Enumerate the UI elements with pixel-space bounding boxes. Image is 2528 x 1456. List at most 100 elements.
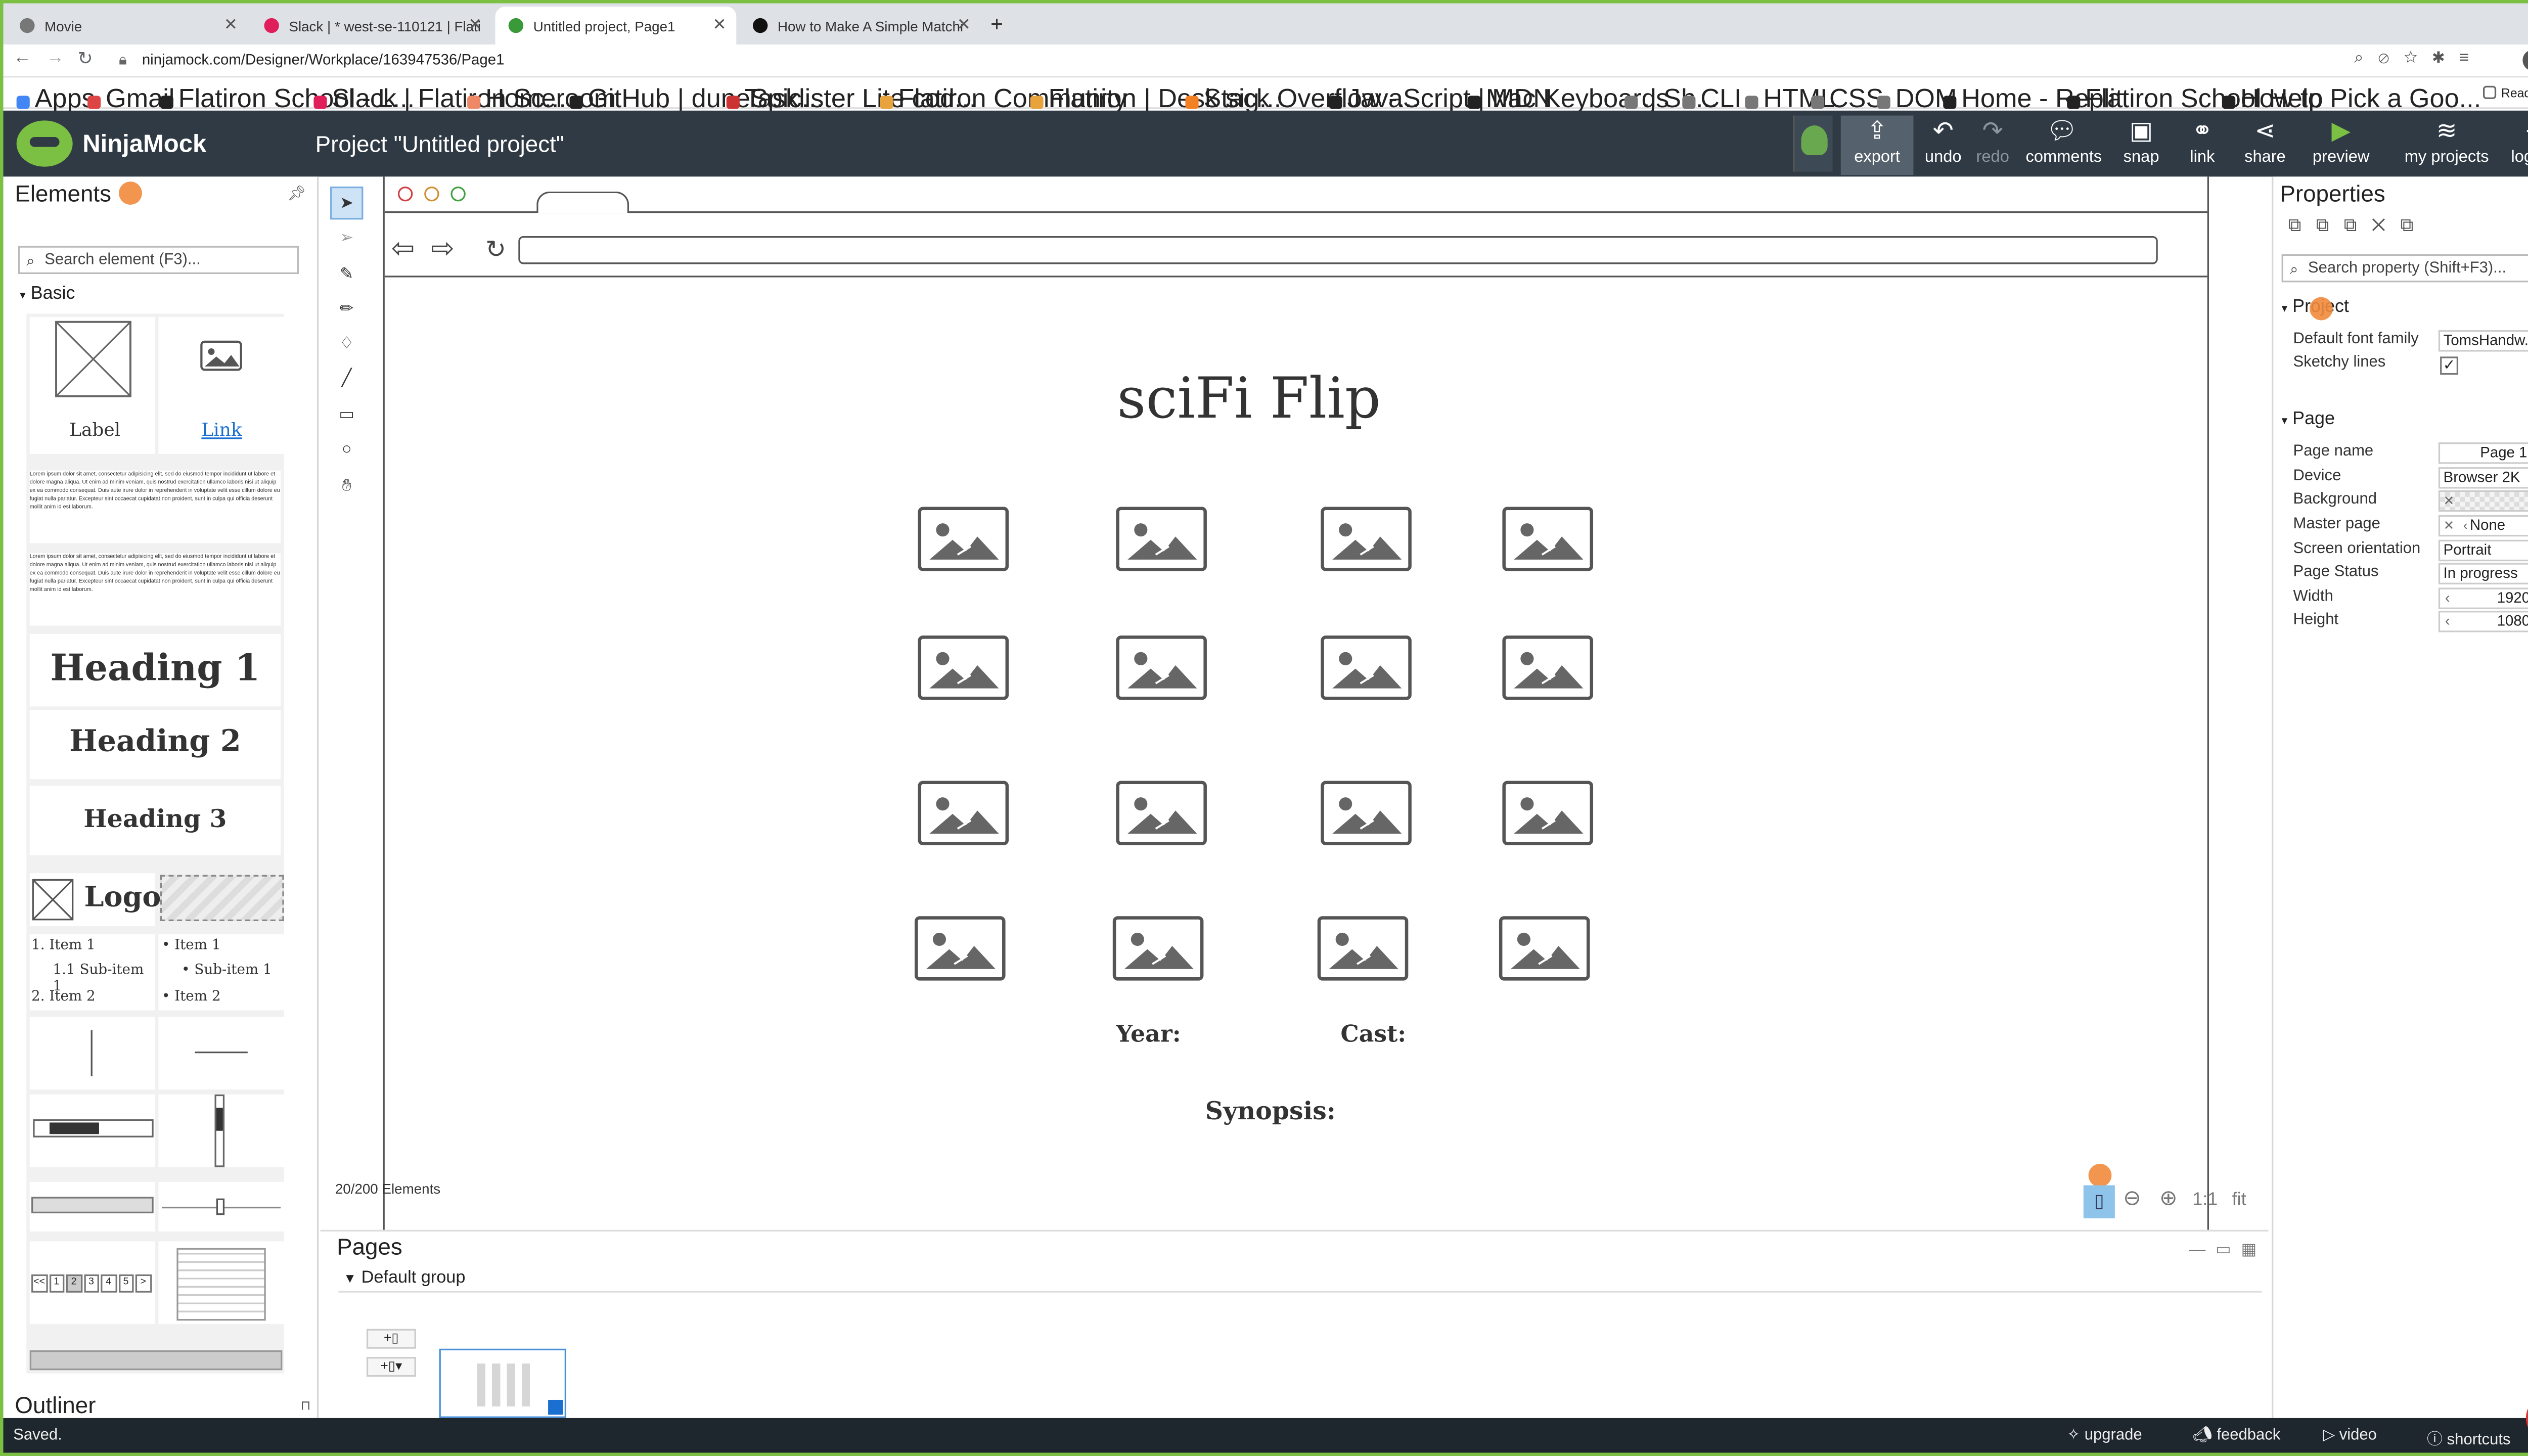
add-page-icon[interactable]: +▯ xyxy=(366,1329,416,1349)
year-label[interactable]: Year: xyxy=(1116,1022,1181,1048)
property-value-field[interactable]: 1080‹› xyxy=(2438,611,2528,632)
back-icon[interactable]: ← xyxy=(13,48,31,68)
new-tab-button[interactable]: + xyxy=(990,12,1003,36)
palette-vertical-line-item[interactable] xyxy=(29,1017,155,1090)
palette-calendar-item[interactable] xyxy=(158,1241,284,1324)
basic-section-header[interactable]: ▾ Basic xyxy=(20,284,75,304)
browser-tab[interactable]: How to Make A Simple Matchi ✕ xyxy=(740,7,981,44)
property-search-input[interactable]: ⌕ Search property (Shift+F3)... xyxy=(2281,254,2528,283)
line-tool-icon[interactable]: ╱ xyxy=(330,363,363,396)
upgrade-button[interactable]: ✧ upgrade xyxy=(2067,1426,2142,1444)
outliner-title[interactable]: Outliner xyxy=(15,1392,96,1418)
hint-dot[interactable] xyxy=(2088,1164,2112,1187)
decrement-icon[interactable]: ‹ xyxy=(2445,589,2450,608)
zoom-out-icon[interactable]: ⊖ xyxy=(2123,1185,2141,1218)
palette-slider-item[interactable] xyxy=(158,1181,284,1232)
close-icon[interactable]: ✕ xyxy=(224,17,238,35)
image-placeholder[interactable] xyxy=(1502,635,1594,700)
image-placeholder[interactable] xyxy=(1112,916,1204,981)
image-placeholder[interactable] xyxy=(918,781,1009,845)
toolbar-link-button[interactable]: ⚭ link xyxy=(2166,116,2239,175)
mobile-view-icon[interactable]: ▯ xyxy=(2083,1185,2115,1218)
toolbar-redo-button[interactable]: ↷ redo xyxy=(1956,116,2029,175)
image-placeholder[interactable] xyxy=(1317,916,1409,981)
palette-heading2-item[interactable]: Heading 2 xyxy=(29,710,281,780)
palette-paragraph-item[interactable]: Lorem ipsum dolor sit amet, consectetur … xyxy=(29,553,281,626)
add-page-menu-icon[interactable]: +▯▾ xyxy=(366,1357,416,1377)
default-group-header[interactable]: ▼ Default group xyxy=(343,1268,465,1288)
palette-paragraph-item[interactable]: Lorem ipsum dolor sit amet, consectetur … xyxy=(29,470,281,543)
palette-heading1-item[interactable]: Heading 1 xyxy=(29,633,281,707)
close-icon[interactable]: ✕ xyxy=(468,17,482,35)
sketchy-lines-checkbox[interactable]: ✓ xyxy=(2440,356,2459,375)
palette-placeholder-item[interactable] xyxy=(160,875,284,922)
rectangle-tool-icon[interactable]: ▭ xyxy=(330,399,363,432)
hint-dot[interactable] xyxy=(119,181,142,205)
palette-hscrollbar-item[interactable] xyxy=(29,1094,155,1167)
palette-bullet-list-item[interactable]: • Item 1 • Sub-item 1 • Item 2 xyxy=(158,934,284,1011)
url-field[interactable]: ninjamock.com/Designer/Workplace/1639475… xyxy=(142,51,505,68)
browser-tab[interactable]: Slack | * west-se-110121 | Flati ✕ xyxy=(251,7,492,44)
select-tool-icon[interactable]: ➤ xyxy=(330,186,364,220)
browser-tab-active[interactable]: Untitled project, Page1 ✕ xyxy=(495,7,737,45)
palette-image-item[interactable]: Link xyxy=(158,316,284,454)
pin-icon[interactable]: 📌︎ xyxy=(287,185,306,203)
property-value-field[interactable]: Portrait⌄ xyxy=(2438,539,2528,562)
direct-select-tool-icon[interactable]: ➢ xyxy=(330,223,363,256)
image-placeholder[interactable] xyxy=(1499,916,1590,981)
clear-icon[interactable]: ✕ xyxy=(2444,492,2455,510)
browser-action-icons[interactable]: ⌕⊘☆✱≡ xyxy=(2354,50,2484,68)
palette-logo-item[interactable]: Logo xyxy=(29,873,161,926)
palette-pager-item[interactable]: << 1 2 3 4 5 > xyxy=(29,1241,155,1324)
pen-tool-icon[interactable]: ✎ xyxy=(330,259,363,292)
forward-icon[interactable]: → xyxy=(46,48,64,68)
palette-horizontal-line-item[interactable] xyxy=(158,1017,284,1090)
toolbar-preview-button[interactable]: ▶ preview xyxy=(2301,116,2381,175)
cast-label[interactable]: Cast: xyxy=(1340,1022,1406,1048)
reading-list[interactable]: Reading List xyxy=(2483,85,2528,101)
zoom-fit-button[interactable]: fit xyxy=(2232,1190,2246,1223)
image-placeholder[interactable] xyxy=(1321,507,1412,571)
image-placeholder[interactable] xyxy=(1321,635,1412,700)
image-placeholder[interactable] xyxy=(1116,507,1207,571)
property-value-field[interactable]: ✕ xyxy=(2438,490,2528,512)
page-section-header[interactable]: ▾ Page xyxy=(2282,410,2335,429)
palette-heading3-item[interactable]: Heading 3 xyxy=(29,786,281,855)
property-action-icons[interactable]: ⧉⧉⧉✕⧉ xyxy=(2288,216,2428,238)
close-icon[interactable]: ✕ xyxy=(957,17,971,35)
shortcuts-button[interactable]: ⓘ shortcuts xyxy=(2427,1426,2511,1449)
property-value-field[interactable]: Browser 2K⌄ xyxy=(2438,467,2528,489)
ninja-avatar-icon[interactable] xyxy=(1793,115,1833,172)
clear-icon[interactable]: ✕ xyxy=(2444,517,2455,535)
hint-dot[interactable] xyxy=(2310,297,2333,321)
zoom-in-icon[interactable]: ⊕ xyxy=(2159,1185,2178,1218)
property-value-field[interactable]: None ✕ ‹ xyxy=(2438,515,2528,537)
pencil-tool-icon[interactable]: ✏ xyxy=(330,294,363,327)
palette-ordered-list-item[interactable]: 1. Item 1 1.1 Sub-item 1 2. Item 2 xyxy=(29,934,155,1011)
synopsis-label[interactable]: Synopsis: xyxy=(1205,1096,1336,1126)
image-placeholder[interactable] xyxy=(1116,635,1207,700)
project-title[interactable]: Project "Untitled project" xyxy=(315,130,564,157)
toolbar-comments-button[interactable]: 💬︎ comments xyxy=(2026,116,2102,175)
property-value-field[interactable]: Page 1 xyxy=(2438,442,2528,464)
property-value-field[interactable]: In progress⌄ xyxy=(2438,563,2528,584)
palette-box-item[interactable]: Label xyxy=(29,316,155,454)
toolbar-my-projects-button[interactable]: ≋ my projects xyxy=(2397,116,2496,175)
default-font-family-select[interactable]: TomsHandw...⌄ xyxy=(2438,330,2528,352)
design-canvas[interactable] xyxy=(383,176,2209,1230)
toolbar-share-button[interactable]: ⋖ share xyxy=(2229,116,2301,175)
zoom-reset-button[interactable]: 1:1 xyxy=(2192,1190,2218,1223)
image-placeholder[interactable] xyxy=(918,635,1009,700)
toolbar-export-button[interactable]: ⇪ export xyxy=(1840,115,1914,175)
image-placeholder[interactable] xyxy=(1502,781,1594,845)
property-value-field[interactable]: 1920‹› xyxy=(2438,587,2528,609)
palette-vscrollbar-item[interactable] xyxy=(158,1094,284,1167)
palette-alert-item[interactable] xyxy=(29,1350,283,1371)
wireframe-browser-frame[interactable]: ⇦ ⇨ ↻ xyxy=(384,178,2207,278)
marker-tool-icon[interactable]: ♢ xyxy=(330,329,363,361)
video-button[interactable]: ▷ video xyxy=(2323,1426,2377,1444)
wireframe-title[interactable]: sciFi Flip xyxy=(990,367,1507,433)
toolbar-log-out-button[interactable]: ⇥log out xyxy=(2500,116,2528,175)
image-placeholder[interactable] xyxy=(918,507,1009,571)
close-icon[interactable]: ✕ xyxy=(712,17,726,35)
